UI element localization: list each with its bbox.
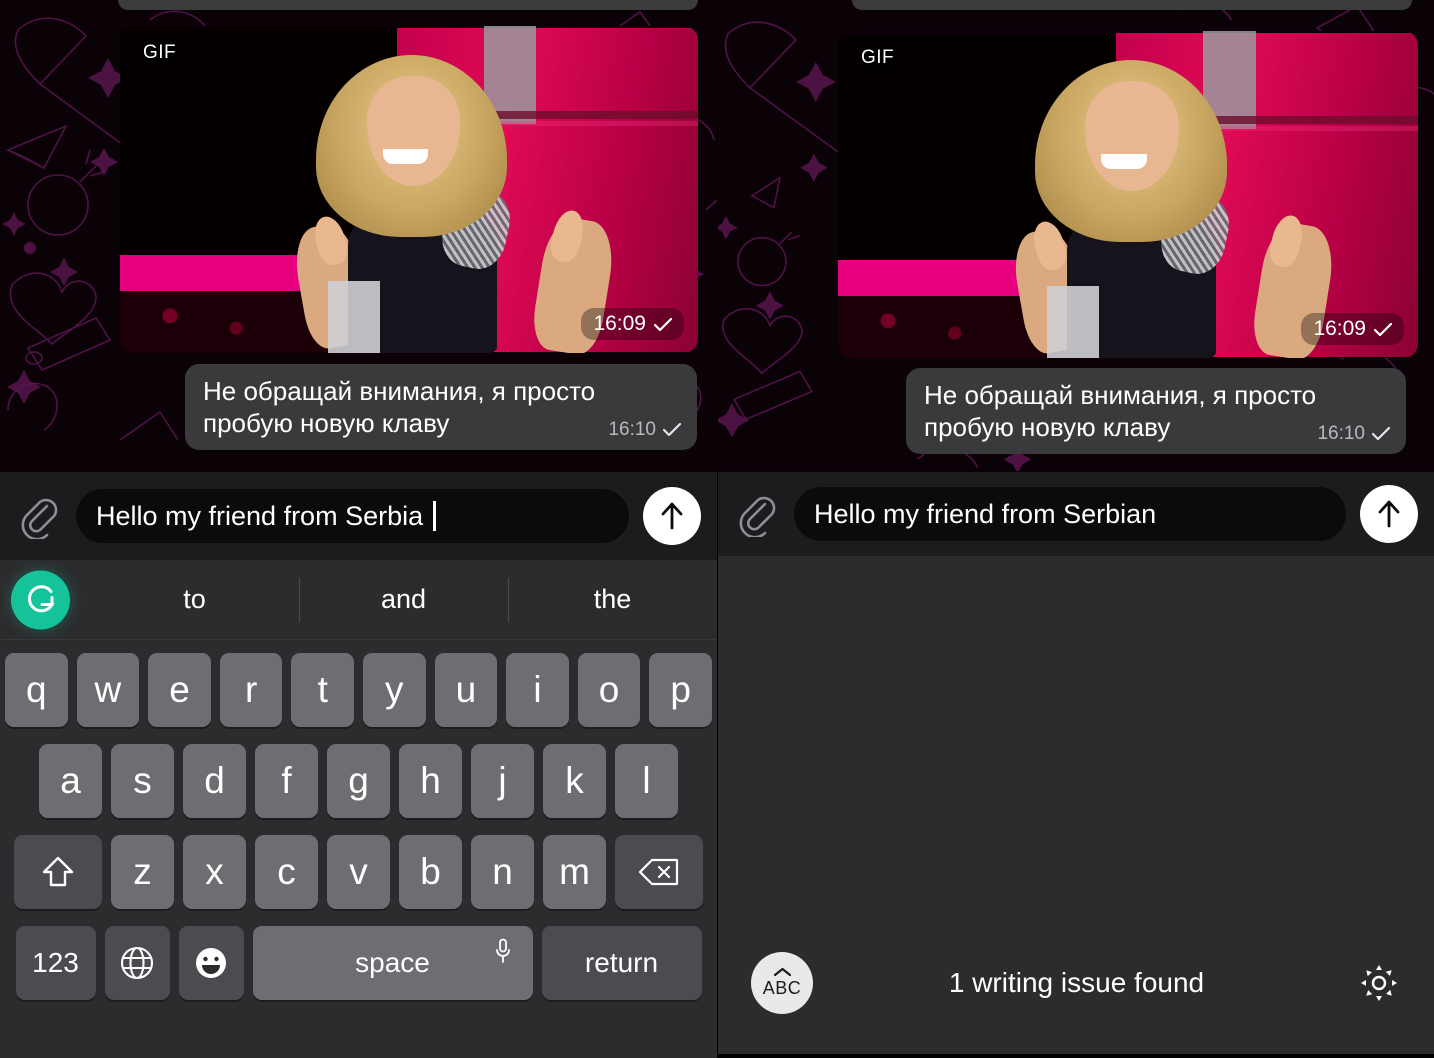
single-check-icon: [1374, 322, 1392, 336]
prediction-bar: to and the: [0, 560, 717, 640]
key-x[interactable]: x: [183, 835, 246, 909]
key-k[interactable]: k: [543, 744, 606, 818]
gif-timestamp: 16:09: [1301, 313, 1404, 345]
message-input-bar-right: Hello my friend from Serbian: [718, 472, 1434, 556]
key-b[interactable]: b: [399, 835, 462, 909]
keyboard-row-4: 123 space return: [0, 926, 717, 1000]
smiley-emoji-icon: [196, 948, 226, 978]
backspace-key[interactable]: [615, 835, 703, 909]
single-check-icon: [654, 317, 672, 331]
writing-issue-status: 1 writing issue found: [948, 967, 1205, 998]
keyboard-row-2: a s d f g h j k l: [0, 744, 717, 818]
key-r[interactable]: r: [219, 653, 283, 727]
gif-badge: GIF: [852, 43, 904, 73]
prediction-word-1[interactable]: to: [90, 584, 299, 615]
emoji-key[interactable]: [178, 926, 244, 1000]
text-cursor: [433, 501, 437, 531]
key-c[interactable]: c: [255, 835, 318, 909]
key-l[interactable]: l: [615, 744, 678, 818]
gif-media: [120, 26, 698, 353]
prediction-word-3[interactable]: the: [508, 584, 717, 615]
message-meta: 16:10: [1317, 422, 1390, 445]
message-input-value: Hello my friend from Serbian: [814, 498, 1157, 529]
previous-message-cutoff: [118, 0, 698, 10]
gif-message-bubble[interactable]: GIF 16:09: [120, 26, 698, 353]
arrow-up-icon: [661, 502, 683, 530]
single-check-icon: [663, 422, 681, 436]
message-input-bar-left: Hello my friend from Serbia: [0, 472, 717, 560]
key-p[interactable]: p: [649, 653, 712, 727]
keyboard-toggle-button[interactable]: ABC: [751, 952, 813, 1014]
grammarly-bottom-bar: ABC 1 writing issue found: [718, 938, 1434, 1028]
message-input-value: Hello my friend from Serbia: [96, 500, 424, 531]
send-button-right[interactable]: [1360, 485, 1418, 543]
globe-language-icon: [120, 946, 154, 980]
message-time: 16:10: [1317, 422, 1365, 444]
return-key[interactable]: return: [541, 926, 702, 1000]
key-a[interactable]: a: [39, 744, 102, 818]
key-m[interactable]: m: [543, 835, 606, 909]
paperclip-icon[interactable]: [734, 491, 780, 537]
key-n[interactable]: n: [471, 835, 534, 909]
keyboard-row-3: z x c v b n m: [0, 835, 717, 909]
grammarly-g-icon[interactable]: [11, 570, 70, 629]
gif-badge: GIF: [134, 38, 186, 68]
gif-media: [838, 31, 1418, 358]
left-panel: GIF 16:09 Не обращай внимания, я просто …: [0, 0, 717, 1058]
message-time: 16:10: [608, 418, 656, 440]
key-z[interactable]: z: [111, 835, 174, 909]
keyboard-toggle-label: ABC: [762, 978, 802, 998]
key-v[interactable]: v: [327, 835, 390, 909]
shift-key[interactable]: [14, 835, 102, 909]
chat-area-left: GIF 16:09 Не обращай внимания, я просто …: [0, 0, 717, 472]
paperclip-icon[interactable]: [16, 493, 62, 539]
arrow-up-icon: [1378, 500, 1400, 528]
gif-time-text: 16:09: [1313, 317, 1366, 340]
key-g[interactable]: g: [327, 744, 390, 818]
microphone-icon[interactable]: [495, 938, 511, 964]
previous-message-cutoff: [852, 0, 1412, 10]
keyboard-row-1: q w e r t y u i o p: [0, 653, 717, 727]
message-meta: 16:10: [608, 418, 681, 441]
gear-settings-icon[interactable]: [1359, 963, 1399, 1003]
space-key[interactable]: space: [252, 926, 533, 1000]
gif-timestamp: 16:09: [581, 308, 684, 340]
key-f[interactable]: f: [255, 744, 318, 818]
keyboard-edge-cutoff: [728, 1024, 1425, 1054]
chat-area-right: GIF 16:09 Не обращай внимания, я просто …: [718, 0, 1434, 472]
grammarly-panel: Correctness: Grammar the Serbian Article…: [718, 556, 1434, 1054]
shift-arrow-up-icon: [42, 856, 74, 887]
key-y[interactable]: y: [363, 653, 426, 727]
key-s[interactable]: s: [111, 744, 174, 818]
space-key-label: space: [355, 947, 430, 978]
key-o[interactable]: o: [577, 653, 641, 727]
message-input-left[interactable]: Hello my friend from Serbia: [76, 489, 629, 543]
key-w[interactable]: w: [76, 653, 140, 727]
message-input-right[interactable]: Hello my friend from Serbian: [794, 487, 1346, 541]
send-button-left[interactable]: [643, 487, 701, 545]
key-d[interactable]: d: [183, 744, 246, 818]
dual-screenshot-comparison: GIF 16:09 Не обращай внимания, я просто …: [0, 0, 1434, 1058]
ios-keyboard: to and the q w e r t y u i o p a s d f g…: [0, 560, 717, 1058]
key-e[interactable]: e: [148, 653, 211, 727]
backspace-delete-icon: [638, 858, 679, 886]
key-u[interactable]: u: [434, 653, 498, 727]
numbers-key[interactable]: 123: [15, 926, 96, 1000]
key-i[interactable]: i: [506, 653, 569, 727]
single-check-icon: [1372, 426, 1390, 440]
text-message-bubble[interactable]: Не обращай внимания, я просто пробую нов…: [906, 368, 1406, 454]
gif-message-bubble[interactable]: GIF 16:09: [838, 31, 1418, 358]
globe-key[interactable]: [104, 926, 170, 1000]
prediction-word-2[interactable]: and: [299, 584, 508, 615]
key-j[interactable]: j: [471, 744, 534, 818]
gif-time-text: 16:09: [593, 312, 646, 335]
right-panel: GIF 16:09 Не обращай внимания, я просто …: [717, 0, 1434, 1058]
key-h[interactable]: h: [399, 744, 462, 818]
chevron-up-icon: [773, 967, 791, 977]
text-message-bubble[interactable]: Не обращай внимания, я просто пробую нов…: [185, 364, 697, 450]
key-q[interactable]: q: [5, 653, 68, 727]
key-t[interactable]: t: [291, 653, 354, 727]
